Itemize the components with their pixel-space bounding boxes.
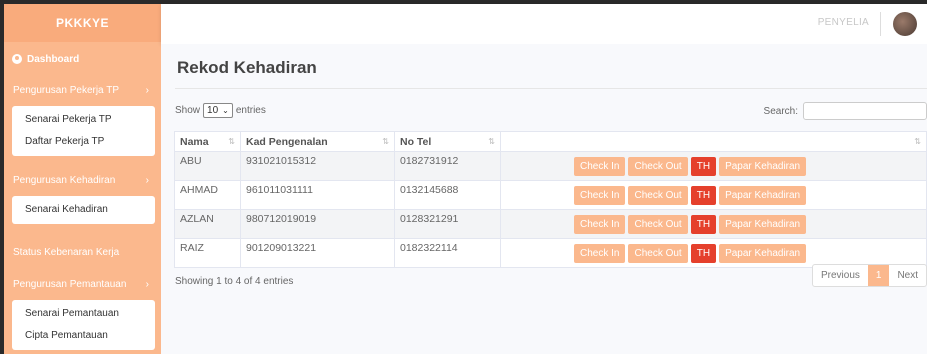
topbar-divider [880,12,881,36]
th-button[interactable]: TH [690,185,717,205]
cell-no-tel: 0182731912 [394,151,501,181]
cell-no-tel: 0182322114 [394,238,501,268]
cell-no-tel: 0132145688 [394,180,501,210]
chevron-right-icon: › [145,278,149,290]
page-title: Rekod Kehadiran [177,58,317,77]
cell-kad-pengenalan: 980712019019 [240,209,395,239]
brand-logo[interactable]: PKKKYE [4,4,161,42]
cell-kad-pengenalan: 901209013221 [240,238,395,268]
attendance-table: Nama ⇅ Kad Pengenalan ⇅ No Tel ⇅ ⇅ ABU 9… [174,131,927,268]
main-content: Rekod Kehadiran Show 10 ⌄ entries Search… [161,44,927,354]
check-in-button[interactable]: Check In [574,214,626,234]
sort-icon: ⇅ [382,137,389,146]
sidebar-section-label: Pengurusan Pemantauan [13,278,127,290]
sort-icon: ⇅ [228,137,235,146]
sidebar-section-pemantauan[interactable]: Pengurusan Pemantauan › [4,268,161,300]
table-row: AHMAD 961011031111 0132145688 Check In Ch… [174,180,927,210]
chevron-down-icon: ⌄ [222,106,229,115]
cell-kad-pengenalan: 931021015312 [240,151,395,181]
sidebar-section-pekerja[interactable]: Pengurusan Pekerja TP › [4,74,161,106]
search-control: Search: [764,102,927,120]
pagination-next[interactable]: Next [889,265,926,286]
sidebar-item-senarai-pekerja[interactable]: Senarai Pekerja TP [12,109,155,131]
check-out-button[interactable]: Check Out [628,214,688,234]
cell-actions: Check In Check Out TH Papar Kehadiran [500,209,927,239]
column-header-kad-pengenalan[interactable]: Kad Pengenalan ⇅ [240,131,395,152]
dashboard-icon [12,54,22,64]
entries-label: entries [235,105,266,116]
search-label: Search: [763,105,798,117]
papar-kehadiran-button[interactable]: Papar Kehadiran [719,214,807,234]
table-row: ABU 931021015312 0182731912 Check In Chec… [174,151,927,181]
chevron-right-icon: › [145,84,149,96]
submenu-kehadiran: Senarai Kehadiran [12,196,155,224]
column-header-label: Kad Pengenalan [246,135,328,148]
sidebar-section-label: Status Kebenaran Kerja [13,246,120,258]
pagination: Previous 1 Next [811,264,927,287]
table-header-row: Nama ⇅ Kad Pengenalan ⇅ No Tel ⇅ ⇅ [174,131,927,152]
cell-actions: Check In Check Out TH Papar Kehadiran [500,151,927,181]
column-header-no-tel[interactable]: No Tel ⇅ [394,131,501,152]
check-in-button[interactable]: Check In [574,185,626,205]
page-length-control: Show 10 ⌄ entries [175,103,266,118]
sidebar-item-cipta-pemantauan[interactable]: Cipta Pemantauan [12,325,155,347]
sidebar-item-daftar-pekerja[interactable]: Daftar Pekerja TP [12,131,155,153]
submenu-pemantauan: Senarai Pemantauan Cipta Pemantauan [12,300,155,350]
sidebar-item-dashboard[interactable]: Dashboard [4,44,161,74]
cell-no-tel: 0128321291 [394,209,501,239]
page-length-select[interactable]: 10 ⌄ [203,103,233,118]
cell-nama: ABU [174,151,241,181]
sidebar-item-senarai-pemantauan[interactable]: Senarai Pemantauan [12,303,155,325]
show-label: Show [175,105,201,116]
sidebar-item-label: Dashboard [27,53,80,65]
user-role-label[interactable]: PENYELIA [818,17,869,28]
check-out-button[interactable]: Check Out [628,185,688,205]
check-in-button[interactable]: Check In [574,156,626,176]
pagination-page-1[interactable]: 1 [867,265,890,286]
column-header-nama[interactable]: Nama ⇅ [174,131,241,152]
table-row: AZLAN 980712019019 0128321291 Check In Ch… [174,209,927,239]
page-length-value: 10 [207,105,219,116]
cell-nama: RAIZ [174,238,241,268]
sidebar-section-label: Pengurusan Pekerja TP [13,84,119,96]
title-divider [175,88,927,89]
cell-nama: AHMAD [174,180,241,210]
papar-kehadiran-button[interactable]: Papar Kehadiran [719,243,807,263]
check-out-button[interactable]: Check Out [628,156,688,176]
submenu-pekerja: Senarai Pekerja TP Daftar Pekerja TP [12,106,155,156]
sort-icon: ⇅ [914,137,921,146]
cell-nama: AZLAN [174,209,241,239]
check-in-button[interactable]: Check In [574,243,626,263]
sidebar: PKKKYE Dashboard Pengurusan Pekerja TP ›… [4,4,161,354]
column-header-label: No Tel [400,135,432,148]
sidebar-section-kebenaran[interactable]: Status Kebenaran Kerja [4,236,161,268]
sidebar-item-senarai-kehadiran[interactable]: Senarai Kehadiran [12,199,155,221]
sidebar-section-kehadiran[interactable]: Pengurusan Kehadiran › [4,164,161,196]
avatar[interactable] [893,12,917,36]
check-out-button[interactable]: Check Out [628,243,688,263]
cell-kad-pengenalan: 961011031111 [240,180,395,210]
search-input[interactable] [803,102,927,120]
th-button[interactable]: TH [690,243,717,263]
topbar: PENYELIA [161,4,927,44]
pagination-previous[interactable]: Previous [813,265,868,286]
papar-kehadiran-button[interactable]: Papar Kehadiran [719,185,807,205]
cell-actions: Check In Check Out TH Papar Kehadiran [500,180,927,210]
th-button[interactable]: TH [690,214,717,234]
th-button[interactable]: TH [690,156,717,176]
sort-icon: ⇅ [488,137,495,146]
column-header-actions[interactable]: ⇅ [500,131,927,152]
papar-kehadiran-button[interactable]: Papar Kehadiran [719,156,807,176]
sidebar-section-label: Pengurusan Kehadiran [13,174,116,186]
column-header-label: Nama [180,135,209,148]
chevron-right-icon: › [145,174,149,186]
table-info: Showing 1 to 4 of 4 entries [175,276,294,287]
